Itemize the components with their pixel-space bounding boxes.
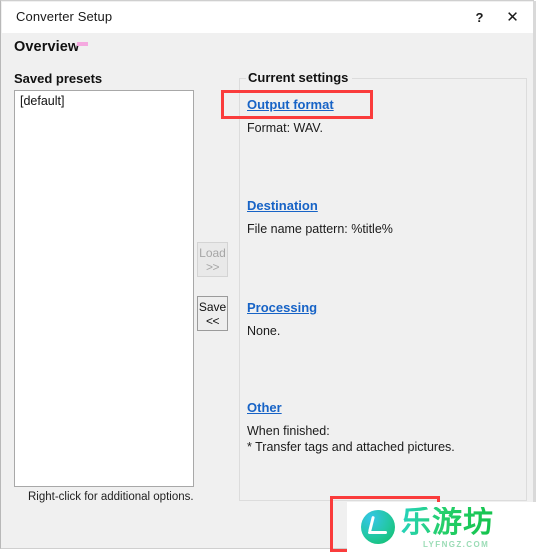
page-title: Overview	[14, 39, 80, 55]
load-button-arrow-icon: >>	[205, 260, 220, 274]
presets-hint-text: Right-click for additional options.	[28, 491, 194, 503]
current-settings-legend: Current settings	[246, 70, 353, 85]
saved-presets-listbox[interactable]: [default]	[14, 90, 194, 487]
other-link[interactable]: Other	[247, 400, 282, 415]
destination-summary: File name pattern: %title%	[247, 222, 393, 236]
header-band	[2, 33, 534, 60]
window-title: Converter Setup	[16, 9, 113, 24]
other-summary: When finished: * Transfer tags and attac…	[247, 424, 455, 454]
load-preset-button[interactable]: Load >>	[197, 242, 228, 277]
processing-summary: None.	[247, 324, 281, 338]
save-preset-button[interactable]: Save <<	[197, 296, 228, 331]
processing-link[interactable]: Processing	[247, 300, 317, 315]
saved-presets-label: Saved presets	[14, 71, 103, 86]
load-button-label: Load	[199, 246, 226, 260]
list-item[interactable]: [default]	[15, 91, 193, 109]
close-icon[interactable]: ✕	[490, 3, 535, 33]
title-bar: Converter Setup ? ✕	[2, 2, 534, 33]
destination-link[interactable]: Destination	[247, 198, 318, 213]
converter-setup-window: Converter Setup ? ✕ Overview Saved prese…	[0, 0, 536, 551]
save-button-label: Save	[198, 300, 227, 314]
output-format-summary: Format: WAV.	[247, 121, 323, 135]
watermark-url-text: LYFNGZ.COM	[423, 540, 490, 549]
watermark-brand-text: 乐游坊	[401, 505, 494, 540]
watermark-overlay: 乐游坊 LYFNGZ.COM	[347, 502, 541, 552]
output-format-link[interactable]: Output format	[247, 97, 334, 112]
save-button-arrow-icon: <<	[205, 314, 220, 328]
watermark-logo-icon	[361, 510, 395, 544]
title-highlight-artifact	[77, 42, 88, 46]
